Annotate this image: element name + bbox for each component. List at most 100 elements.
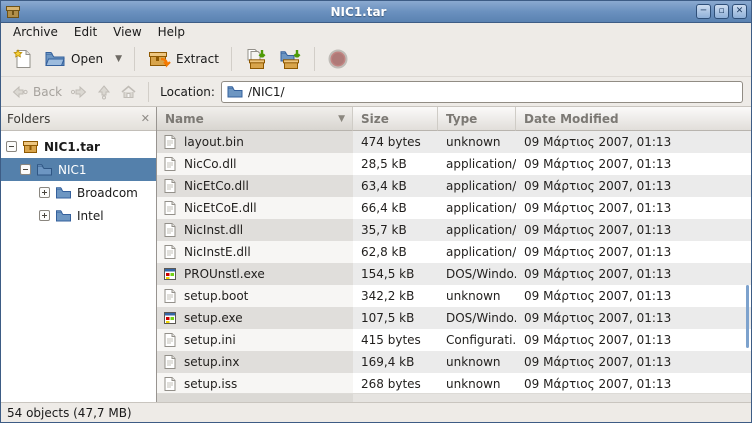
file-name: setup.inx <box>184 355 239 369</box>
menu-archive[interactable]: Archive <box>5 24 66 40</box>
document-icon <box>162 156 178 172</box>
add-folder-button[interactable] <box>273 45 307 73</box>
file-size-cell: 62,8 kB <box>353 241 438 263</box>
tree-item-label: NIC1.tar <box>44 140 100 154</box>
file-name-cell: NicEtCoE.dll <box>157 197 353 219</box>
maximize-button[interactable]: ▫ <box>714 4 729 19</box>
close-panel-icon[interactable]: ✕ <box>141 112 150 125</box>
file-date-modified: 09 Μάρτιος 2007, 01:13 <box>524 157 671 171</box>
file-type-cell: application/... <box>438 175 516 197</box>
file-size: 342,2 kB <box>361 289 414 303</box>
file-date-modified: 09 Μάρτιος 2007, 01:13 <box>524 245 671 259</box>
back-button-label: Back <box>33 85 62 99</box>
file-list-rows: layout.bin 474 bytes unknown 09 Μάρτιος … <box>157 131 751 393</box>
file-type: unknown <box>446 355 501 369</box>
file-row[interactable]: NicInstE.dll 62,8 kB application/... 09 … <box>157 241 751 263</box>
file-type: DOS/Windo... <box>446 267 516 281</box>
file-date-modified: 09 Μάρτιος 2007, 01:13 <box>524 289 671 303</box>
file-name: NicEtCoE.dll <box>184 201 257 215</box>
file-row[interactable]: NicEtCo.dll 63,4 kB application/... 09 Μ… <box>157 175 751 197</box>
titlebar[interactable]: NIC1.tar ─ ▫ ✕ <box>1 1 751 23</box>
file-date-cell: 09 Μάρτιος 2007, 01:13 <box>516 351 751 373</box>
file-row[interactable]: NicEtCoE.dll 66,4 kB application/... 09 … <box>157 197 751 219</box>
file-row[interactable]: setup.exe 107,5 kB DOS/Windo... 09 Μάρτι… <box>157 307 751 329</box>
folder-icon <box>227 85 243 98</box>
folders-panel-header: Folders ✕ <box>1 107 156 131</box>
close-button[interactable]: ✕ <box>732 4 747 19</box>
home-button[interactable] <box>116 82 141 102</box>
location-input[interactable]: /NIC1/ <box>221 81 743 103</box>
back-button[interactable]: Back <box>7 83 66 101</box>
file-type-cell: unknown <box>438 373 516 393</box>
forward-button[interactable] <box>66 83 92 101</box>
tree-item-broadcom[interactable]: Broadcom <box>1 181 156 204</box>
file-name: PROUnstl.exe <box>184 267 265 281</box>
tree-item-nic1[interactable]: NIC1 <box>1 158 156 181</box>
file-type: unknown <box>446 135 501 149</box>
file-row[interactable]: NicCo.dll 28,5 kB application/... 09 Μάρ… <box>157 153 751 175</box>
file-name-cell: setup.boot <box>157 285 353 307</box>
extract-icon <box>147 49 171 69</box>
file-size-cell: 268 bytes <box>353 373 438 393</box>
vertical-scrollbar-thumb[interactable] <box>746 285 749 348</box>
tree-item-label: Intel <box>77 209 104 223</box>
file-row[interactable]: NicInst.dll 35,7 kB application/... 09 Μ… <box>157 219 751 241</box>
file-date-modified: 09 Μάρτιος 2007, 01:13 <box>524 311 671 325</box>
stop-button[interactable] <box>322 45 354 73</box>
file-type: application/... <box>446 245 516 259</box>
minimize-button[interactable]: ─ <box>696 4 711 19</box>
column-header-size[interactable]: Size <box>353 107 438 131</box>
file-name: NicInstE.dll <box>184 245 251 259</box>
new-archive-button[interactable] <box>7 45 39 73</box>
file-name-cell: setup.inx <box>157 351 353 373</box>
up-button[interactable] <box>92 82 116 102</box>
file-row[interactable]: PROUnstl.exe 154,5 kB DOS/Windo... 09 Μά… <box>157 263 751 285</box>
file-type: application/... <box>446 179 516 193</box>
window-title: NIC1.tar <box>21 5 696 19</box>
toolbar-separator <box>231 47 232 71</box>
file-list: Name ▼ Size Type Date Modified <box>157 107 751 402</box>
collapse-expander-icon[interactable] <box>6 141 17 152</box>
location-label: Location: <box>160 85 215 99</box>
extract-button[interactable]: Extract <box>142 46 224 72</box>
add-folder-icon <box>278 48 302 70</box>
file-date-cell: 09 Μάρτιος 2007, 01:13 <box>516 285 751 307</box>
new-document-icon <box>12 48 34 70</box>
executable-icon <box>162 310 178 326</box>
open-button[interactable]: Open <box>39 47 108 71</box>
add-files-button[interactable] <box>239 45 273 73</box>
file-row[interactable]: setup.ini 415 bytes Configurati... 09 Μά… <box>157 329 751 351</box>
sort-descending-icon: ▼ <box>338 114 345 124</box>
file-size-cell: 342,2 kB <box>353 285 438 307</box>
open-dropdown-button[interactable]: ▼ <box>108 51 127 67</box>
partial-file-row[interactable] <box>157 393 751 402</box>
toolbar-separator <box>134 47 135 71</box>
file-row[interactable]: setup.iss 268 bytes unknown 09 Μάρτιος 2… <box>157 373 751 393</box>
column-header-date-modified[interactable]: Date Modified <box>516 107 751 131</box>
file-type: application/... <box>446 223 516 237</box>
file-name: setup.iss <box>184 377 237 391</box>
menu-view[interactable]: View <box>105 24 149 40</box>
file-size: 63,4 kB <box>361 179 407 193</box>
tree-item-intel[interactable]: Intel <box>1 204 156 227</box>
column-header-name[interactable]: Name ▼ <box>157 107 353 131</box>
file-date-cell: 09 Μάρτιος 2007, 01:13 <box>516 131 751 153</box>
forward-arrow-icon <box>70 85 88 99</box>
menu-edit[interactable]: Edit <box>66 24 105 40</box>
file-row[interactable]: setup.inx 169,4 kB unknown 09 Μάρτιος 20… <box>157 351 751 373</box>
collapse-expander-icon[interactable] <box>20 164 31 175</box>
column-header-type[interactable]: Type <box>438 107 516 131</box>
expand-expander-icon[interactable] <box>39 210 50 221</box>
file-date-modified: 09 Μάρτιος 2007, 01:13 <box>524 135 671 149</box>
file-row[interactable]: layout.bin 474 bytes unknown 09 Μάρτιος … <box>157 131 751 153</box>
file-size-cell: 63,4 kB <box>353 175 438 197</box>
file-size: 415 bytes <box>361 333 421 347</box>
folder-icon <box>55 185 72 200</box>
file-row[interactable]: setup.boot 342,2 kB unknown 09 Μάρτιος 2… <box>157 285 751 307</box>
file-size-cell: 66,4 kB <box>353 197 438 219</box>
file-size: 169,4 kB <box>361 355 414 369</box>
file-date-cell: 09 Μάρτιος 2007, 01:13 <box>516 219 751 241</box>
tree-item-nic1-tar[interactable]: NIC1.tar <box>1 135 156 158</box>
expand-expander-icon[interactable] <box>39 187 50 198</box>
menu-help[interactable]: Help <box>150 24 193 40</box>
